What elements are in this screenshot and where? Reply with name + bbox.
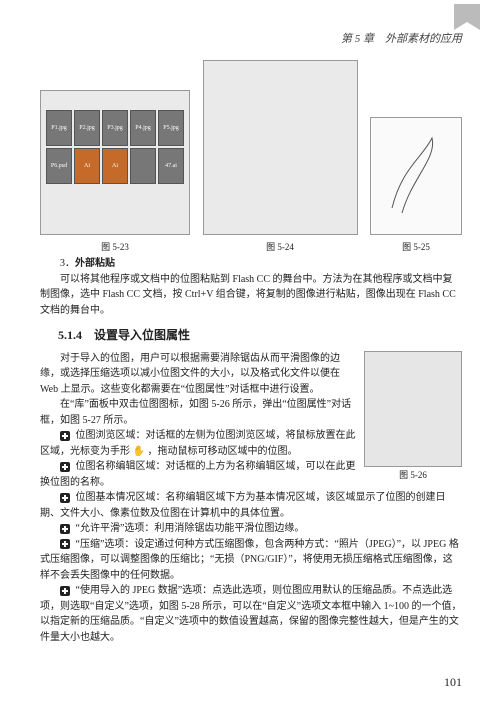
thumb: 47.ai: [158, 148, 184, 184]
freehand-sketch: [382, 128, 452, 218]
thumb-ai: Ai: [102, 148, 128, 184]
thumb: P2.jpg: [74, 110, 100, 146]
plus-icon: [60, 462, 70, 472]
heading-5-1-4: 5.1.4 设置导入位图属性: [58, 326, 462, 345]
figure-5-26: [364, 351, 462, 467]
plus-icon: [60, 493, 70, 503]
chapter-number: 第 5 章: [341, 33, 374, 45]
thumb: P3.jpg: [102, 110, 128, 146]
plus-icon: [60, 586, 70, 596]
corner-bookmark: [454, 4, 480, 33]
bullet-4: “允许平滑”选项：利用消除锯齿功能平滑位图边缘。: [40, 521, 462, 537]
chapter-title: 外部素材的应用: [385, 33, 462, 45]
caption-5-26: 图 5-26: [364, 469, 462, 483]
thumb-ai: Ai: [74, 148, 100, 184]
plus-icon: [60, 431, 70, 441]
figure-5-26-block: 图 5-26: [364, 351, 462, 483]
bullet-6: “使用导入的 JPEG 数据”选项：点选此选项，则位图应用默认的压缩品质。不点选…: [40, 583, 462, 645]
thumb: P5.jpg: [158, 110, 184, 146]
bullet-5: “压缩”选项：设定通过何种方式压缩图像，包含两种方式：“照片（JPEG）”，以 …: [40, 537, 462, 584]
para-external-paste: 可以将其他程序或文档中的位图粘贴到 Flash CC 的舞台中。方法为在其他程序…: [40, 272, 462, 319]
thumb: P1.jpg: [46, 110, 72, 146]
caption-5-23: 图 5-23: [40, 240, 190, 253]
caption-5-24: 图 5-24: [203, 240, 358, 253]
figure-captions: 图 5-23 图 5-24 图 5-25: [40, 240, 462, 253]
figure-5-24: [203, 60, 358, 235]
page-number: 101: [444, 675, 462, 690]
caption-5-25: 图 5-25: [370, 240, 462, 253]
page-header: 第 5 章 外部素材的应用: [341, 30, 462, 46]
thumb: [130, 148, 156, 184]
thumb: P6.psd: [46, 148, 72, 184]
body-content: 3．外部粘贴 可以将其他程序或文档中的位图粘贴到 Flash CC 的舞台中。方…: [40, 256, 462, 645]
hand-icon: ✋: [133, 446, 145, 457]
thumb: P4.jpg: [130, 110, 156, 146]
plus-icon: [60, 539, 70, 549]
item-3-heading: 3．外部粘贴: [40, 256, 462, 272]
file-thumbnails: P1.jpg P2.jpg P3.jpg P4.jpg P5.jpg P6.ps…: [46, 110, 184, 200]
bullet-3: 位图基本情况区域：名称编辑区域下方为基本情况区域，该区域显示了位图的创建日期、文…: [40, 490, 462, 521]
plus-icon: [60, 524, 70, 534]
